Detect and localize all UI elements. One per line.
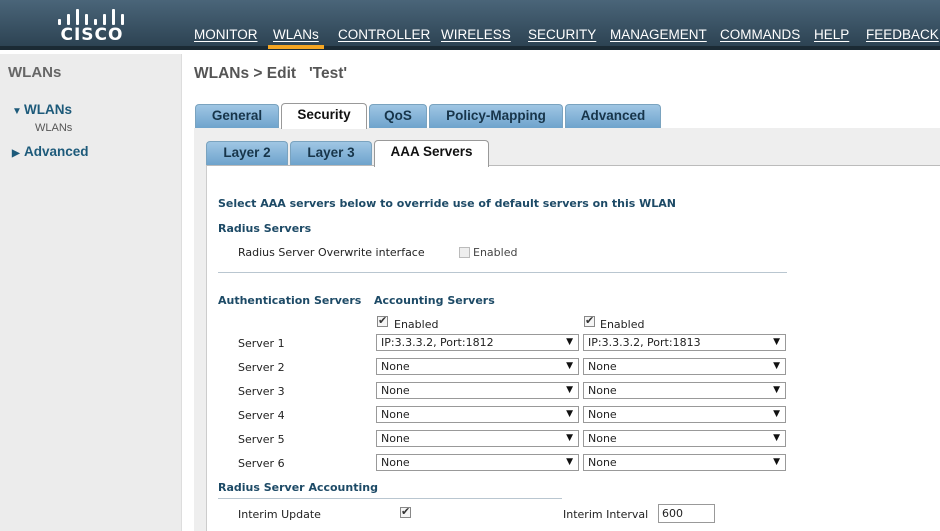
interim-interval-label: Interim Interval <box>563 508 649 521</box>
dropdown-arrow-icon: ▼ <box>773 409 780 419</box>
expand-down-icon: ▼ <box>12 106 22 117</box>
dropdown-arrow-icon: ▼ <box>773 337 780 347</box>
interim-update-label: Interim Update <box>238 508 321 521</box>
sidebar-item-advanced[interactable]: ▶ Advanced <box>12 144 89 159</box>
divider <box>218 498 562 499</box>
select-value: None <box>381 408 410 421</box>
accounting-servers-heading: Accounting Servers <box>374 294 495 307</box>
server-1-auth-select[interactable]: IP:3.3.3.2, Port:1812 ▼ <box>376 334 579 351</box>
tab-policy-mapping[interactable]: Policy-Mapping <box>429 104 563 128</box>
tab-layer3[interactable]: Layer 3 <box>290 141 372 165</box>
server-1-acct-select[interactable]: IP:3.3.3.2, Port:1813 ▼ <box>583 334 786 351</box>
overwrite-enabled-label: Enabled <box>473 246 518 259</box>
select-value: None <box>381 384 410 397</box>
auth-enabled-checkbox[interactable] <box>377 314 388 327</box>
server-4-auth-select[interactable]: None ▼ <box>376 406 579 423</box>
select-value: IP:3.3.3.2, Port:1813 <box>588 336 701 349</box>
server-4-acct-select[interactable]: None ▼ <box>583 406 786 423</box>
server-3-label: Server 3 <box>238 385 285 398</box>
acct-enabled-label: Enabled <box>600 318 645 331</box>
dropdown-arrow-icon: ▼ <box>773 457 780 467</box>
server-2-acct-select[interactable]: None ▼ <box>583 358 786 375</box>
dropdown-arrow-icon: ▼ <box>773 433 780 443</box>
select-value: None <box>588 360 617 373</box>
select-value: None <box>588 432 617 445</box>
cisco-logo-bars-icon <box>56 5 126 25</box>
radius-accounting-heading: Radius Server Accounting <box>218 481 378 494</box>
expand-right-icon: ▶ <box>12 148 20 159</box>
cisco-logo: CISCO <box>54 5 130 45</box>
auth-enabled-label: Enabled <box>394 318 439 331</box>
sidebar-item-wlans[interactable]: ▼ WLANs <box>12 102 72 117</box>
tab-advanced[interactable]: Advanced <box>565 104 661 128</box>
nav-controller[interactable]: CONTROLLER <box>338 27 430 42</box>
nav-wireless[interactable]: WIRELESS <box>441 27 511 42</box>
server-3-auth-select[interactable]: None ▼ <box>376 382 579 399</box>
nav-help[interactable]: HELP <box>814 27 849 42</box>
nav-management[interactable]: MANAGEMENT <box>610 27 707 42</box>
nav-commands[interactable]: COMMANDS <box>720 27 800 42</box>
select-value: None <box>381 360 410 373</box>
server-2-label: Server 2 <box>238 361 285 374</box>
divider <box>218 272 787 273</box>
dropdown-arrow-icon: ▼ <box>566 361 573 371</box>
server-6-auth-select[interactable]: None ▼ <box>376 454 579 471</box>
page-title: WLANs > Edit 'Test' <box>194 65 348 82</box>
cisco-logo-text: CISCO <box>60 25 124 45</box>
top-navigation-bar: CISCO MONITOR WLANs CONTROLLER WIRELESS … <box>0 0 940 50</box>
sidebar: WLANs ▼ WLANs WLANs ▶ Advanced <box>0 54 182 531</box>
server-5-auth-select[interactable]: None ▼ <box>376 430 579 447</box>
authentication-servers-heading: Authentication Servers <box>218 294 362 307</box>
aaa-intro-text: Select AAA servers below to override use… <box>218 197 676 210</box>
nav-active-indicator <box>268 45 324 49</box>
nav-wlans[interactable]: WLANs <box>273 27 319 42</box>
select-value: None <box>381 432 410 445</box>
interim-update-checkbox[interactable] <box>400 505 411 518</box>
select-value: IP:3.3.3.2, Port:1812 <box>381 336 494 349</box>
overwrite-interface-checkbox[interactable] <box>459 247 470 258</box>
sidebar-title: WLANs <box>8 64 62 81</box>
dropdown-arrow-icon: ▼ <box>566 433 573 443</box>
nav-security[interactable]: SECURITY <box>528 27 596 42</box>
sidebar-item-label: WLANs <box>24 102 72 117</box>
server-1-label: Server 1 <box>238 337 285 350</box>
select-value: None <box>588 456 617 469</box>
interim-interval-input[interactable]: 600 <box>658 504 715 523</box>
overwrite-interface-label: Radius Server Overwrite interface <box>238 246 425 259</box>
acct-enabled-checkbox[interactable] <box>584 314 595 327</box>
tab-qos[interactable]: QoS <box>369 104 427 128</box>
dropdown-arrow-icon: ▼ <box>566 385 573 395</box>
tab-security[interactable]: Security <box>281 103 367 129</box>
sidebar-subitem-wlans[interactable]: WLANs <box>35 122 72 134</box>
server-5-acct-select[interactable]: None ▼ <box>583 430 786 447</box>
server-4-label: Server 4 <box>238 409 285 422</box>
radius-servers-heading: Radius Servers <box>218 222 312 235</box>
dropdown-arrow-icon: ▼ <box>566 337 573 347</box>
dropdown-arrow-icon: ▼ <box>566 409 573 419</box>
server-3-acct-select[interactable]: None ▼ <box>583 382 786 399</box>
dropdown-arrow-icon: ▼ <box>773 385 780 395</box>
sidebar-item-label: Advanced <box>24 144 89 159</box>
select-value: None <box>588 384 617 397</box>
server-6-label: Server 6 <box>238 457 285 470</box>
server-5-label: Server 5 <box>238 433 285 446</box>
tab-aaa-servers[interactable]: AAA Servers <box>374 140 489 167</box>
server-6-acct-select[interactable]: None ▼ <box>583 454 786 471</box>
tab-layer2[interactable]: Layer 2 <box>206 141 288 165</box>
dropdown-arrow-icon: ▼ <box>566 457 573 467</box>
select-value: None <box>588 408 617 421</box>
server-2-auth-select[interactable]: None ▼ <box>376 358 579 375</box>
dropdown-arrow-icon: ▼ <box>773 361 780 371</box>
nav-feedback[interactable]: FEEDBACK <box>866 27 939 42</box>
nav-monitor[interactable]: MONITOR <box>194 27 258 42</box>
select-value: None <box>381 456 410 469</box>
tab-general[interactable]: General <box>195 104 279 128</box>
